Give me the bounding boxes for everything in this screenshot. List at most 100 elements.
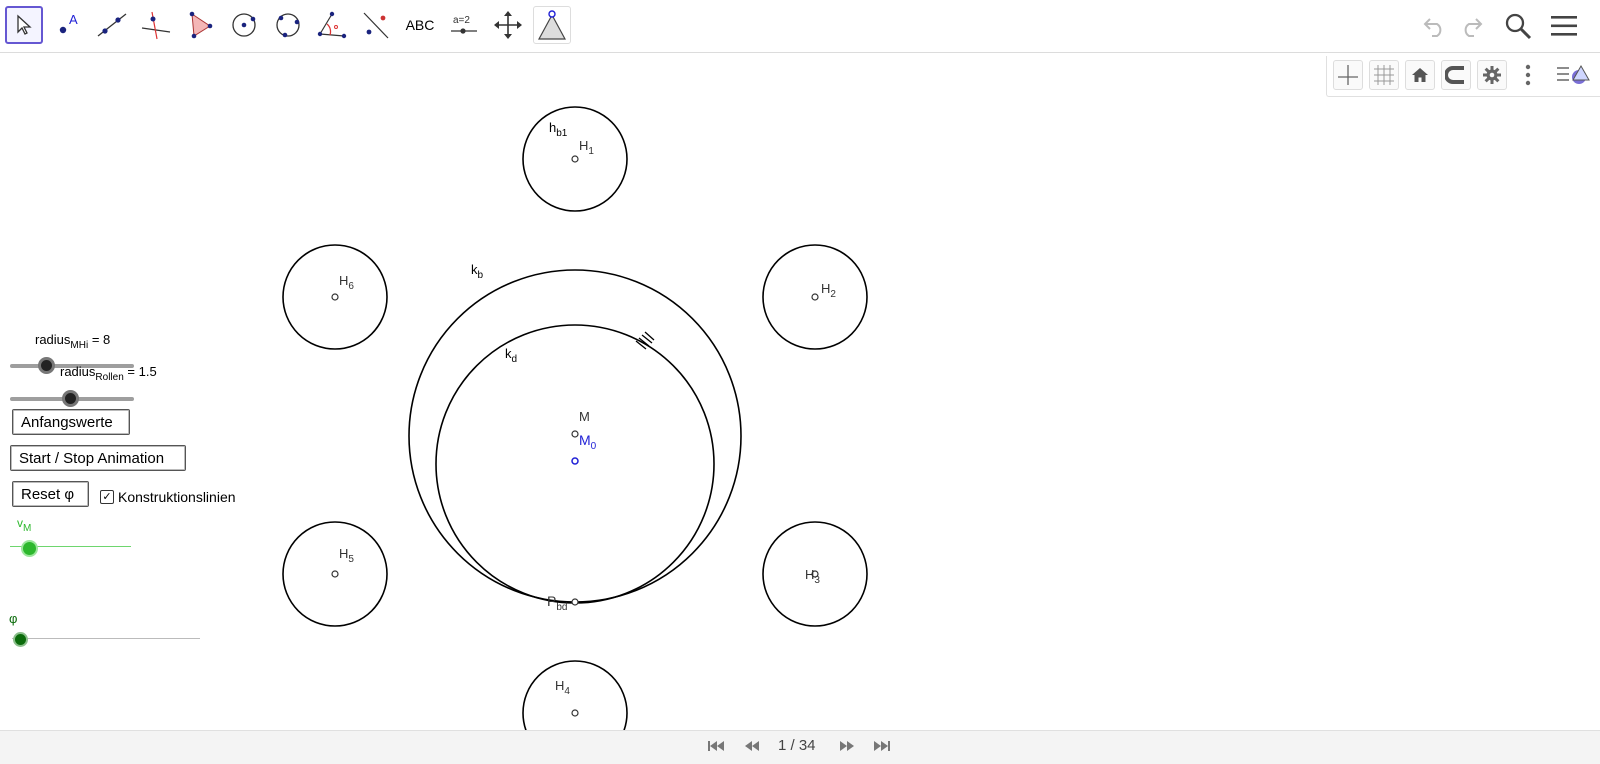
triangle-tool-icon	[537, 10, 567, 40]
point-H2[interactable]	[811, 293, 819, 301]
previous-page-button[interactable]	[743, 739, 761, 756]
main-menu-button[interactable]	[1546, 8, 1582, 44]
label-H5-sub: 5	[348, 554, 354, 565]
construction-drawing	[282, 106, 868, 730]
point-M[interactable]	[571, 430, 579, 438]
label-M-text: M	[579, 409, 590, 424]
label-H4: H4	[555, 679, 570, 697]
slider-vm-handle[interactable]	[21, 540, 38, 557]
checkbox-box[interactable]: ✓	[100, 490, 114, 504]
redo-button[interactable]	[1453, 8, 1489, 44]
angle-icon	[317, 11, 347, 39]
label-Pbd-text: P	[547, 593, 557, 609]
start-stop-animation-button[interactable]: Start / Stop Animation	[10, 445, 186, 471]
angle-tool[interactable]	[313, 6, 351, 44]
slider-radius-rollen-name: radius	[60, 364, 96, 379]
circle-center-tool[interactable]	[225, 6, 263, 44]
label-H3: H3	[805, 568, 820, 586]
search-icon	[1505, 13, 1532, 40]
slider-radius-rollen-value: = 1.5	[123, 364, 157, 379]
circle-H4[interactable]	[522, 660, 628, 730]
first-page-button[interactable]	[707, 739, 725, 756]
label-H1-sub: 1	[588, 146, 594, 157]
search-button[interactable]	[1500, 8, 1536, 44]
next-page-button[interactable]	[838, 739, 856, 756]
reflect-tool[interactable]	[357, 6, 395, 44]
point-H6[interactable]	[331, 293, 339, 301]
label-H1: H1	[579, 139, 594, 157]
text-abc-icon: ABC	[405, 17, 435, 33]
label-kb: kb	[471, 263, 483, 281]
point-tool[interactable]: A	[49, 6, 87, 44]
slider-radius-mhi-sub: MHi	[70, 340, 89, 351]
point-H4[interactable]	[571, 709, 579, 717]
slider-radius-mhi-handle[interactable]	[38, 357, 55, 374]
label-H1-text: H	[579, 138, 589, 153]
slider-radius-mhi-value: = 8	[88, 332, 111, 347]
slider-radius-mhi-label: radiusMHi = 8	[35, 332, 110, 351]
circle-three-points-icon	[276, 13, 300, 38]
slider-phi-label: φ	[9, 611, 18, 626]
perpendicular-line-icon	[141, 11, 171, 40]
undo-icon	[1423, 18, 1442, 37]
konstruktionslinien-checkbox[interactable]: ✓ Konstruktionslinien	[100, 489, 236, 505]
perpendicular-tool[interactable]	[137, 6, 175, 44]
circle-three-points-tool[interactable]	[269, 6, 307, 44]
move-graphics-icon	[494, 11, 522, 39]
label-H2-sub: 2	[830, 289, 836, 300]
slider-tool[interactable]: a=2	[445, 6, 483, 44]
label-H3-sub: 3	[814, 575, 820, 586]
main-toolbar: A ABC a=2	[0, 0, 1600, 53]
label-H6-sub: 6	[348, 281, 354, 292]
label-H6-text: H	[339, 273, 349, 288]
last-page-button[interactable]	[873, 739, 891, 756]
custom-tool[interactable]	[533, 6, 571, 44]
label-kb-sub: b	[477, 270, 484, 281]
label-H3-text: H	[805, 567, 815, 582]
menu-icon	[1551, 16, 1577, 36]
label-M0: M0	[579, 433, 596, 452]
label-H5-text: H	[339, 546, 349, 561]
point-H5[interactable]	[331, 570, 339, 578]
label-H5: H5	[339, 547, 354, 565]
point-tool-letter: A	[69, 12, 78, 27]
move-tool[interactable]	[5, 6, 43, 44]
point-a-icon: A	[59, 12, 78, 34]
undo-button[interactable]	[1417, 8, 1453, 44]
skip-to-start-icon	[708, 741, 724, 751]
label-M0-text: M	[579, 432, 591, 448]
rewind-icon	[745, 741, 759, 751]
point-M0[interactable]	[571, 457, 579, 465]
text-tool[interactable]: ABC	[401, 6, 439, 44]
label-hb1-sub: b1	[556, 128, 568, 139]
slider-icon: a=2	[451, 15, 477, 34]
slider-vm-label: vM	[17, 516, 31, 534]
slider-phi-track[interactable]	[12, 638, 200, 639]
anfangswerte-button[interactable]: Anfangswerte	[12, 409, 130, 435]
slider-radius-rollen-label: radiusRollen = 1.5	[60, 364, 157, 383]
label-H4-text: H	[555, 678, 565, 693]
line-through-points-icon	[97, 13, 127, 37]
reflect-about-line-icon	[363, 12, 389, 39]
pagination-bar: 1 / 34	[0, 730, 1600, 764]
label-H2-text: H	[821, 281, 831, 296]
slider-radius-mhi-name: radius	[35, 332, 71, 347]
fast-forward-icon	[840, 741, 854, 751]
move-graphics-tool[interactable]	[489, 6, 527, 44]
slider-tool-text: a=2	[453, 15, 470, 26]
polygon-icon	[189, 11, 213, 39]
page-indicator: 1 / 34	[778, 737, 816, 754]
graphics-view[interactable]: hb1 H1 H2 H3 H4 H5 H6 kb kd M M0 Pbd rad…	[0, 53, 1600, 730]
slider-radius-rollen-handle[interactable]	[62, 390, 79, 407]
point-Pbd[interactable]	[571, 598, 579, 606]
redo-icon	[1464, 18, 1483, 37]
point-H1[interactable]	[571, 155, 579, 163]
label-kd: kd	[505, 347, 517, 365]
skip-to-end-icon	[874, 741, 890, 751]
line-tool[interactable]	[93, 6, 131, 44]
label-M0-sub: 0	[590, 441, 597, 452]
slider-phi-handle[interactable]	[13, 632, 28, 647]
polygon-tool[interactable]	[181, 6, 219, 44]
label-H6: H6	[339, 274, 354, 292]
reset-phi-button[interactable]: Reset φ	[12, 481, 89, 507]
